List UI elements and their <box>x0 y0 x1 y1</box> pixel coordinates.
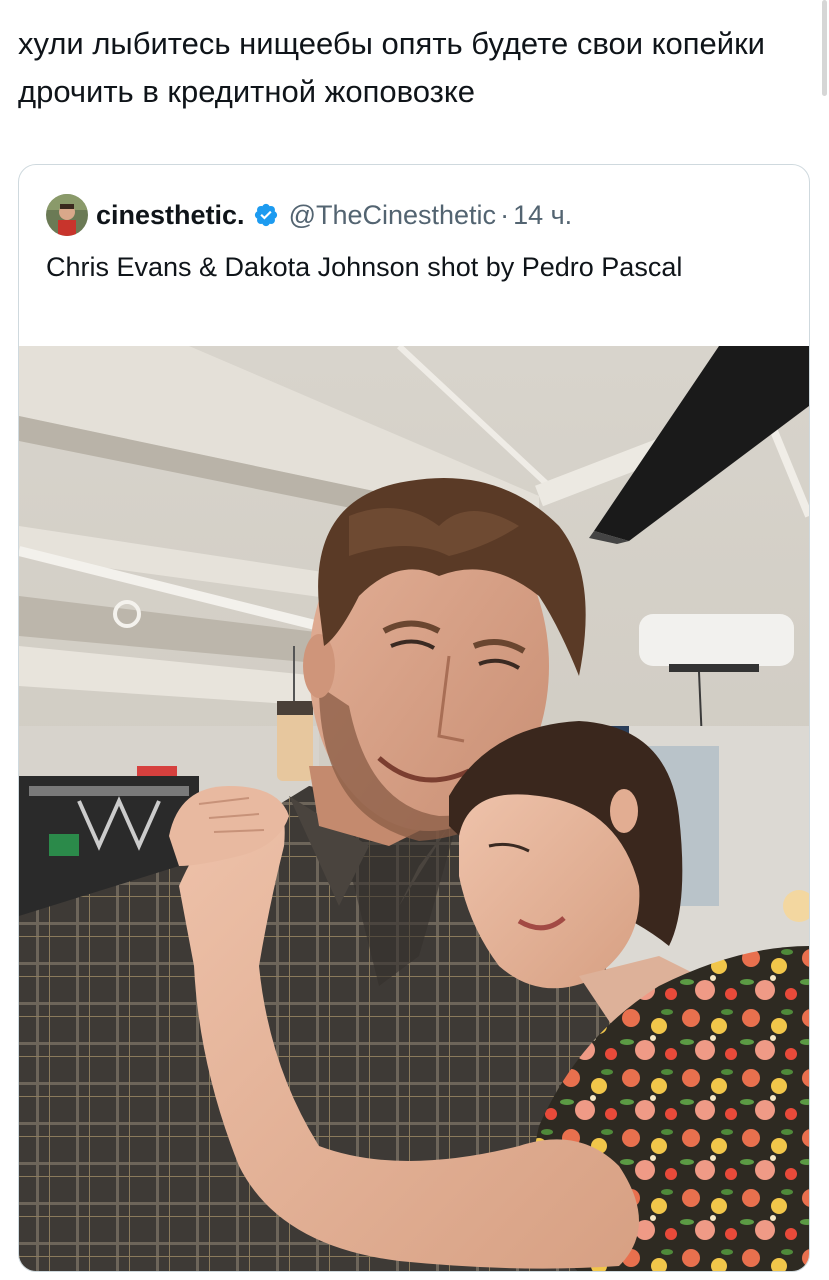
quoted-post-text: Chris Evans & Dakota Johnson shot by Ped… <box>46 252 683 282</box>
scrollbar[interactable] <box>822 0 827 96</box>
handle[interactable]: @TheCinesthetic <box>289 200 497 231</box>
quoted-post-header: cinesthetic. @TheCinesthetic · 14 ч. <box>46 193 572 237</box>
verified-badge-icon <box>253 202 279 228</box>
display-name[interactable]: cinesthetic. <box>96 200 245 231</box>
timestamp[interactable]: 14 ч. <box>513 200 572 231</box>
quoted-post-photo[interactable] <box>19 346 809 1271</box>
separator-dot: · <box>500 199 510 230</box>
post-text: хули лыбитесь нищеебы опять будете свои … <box>18 26 765 109</box>
avatar[interactable] <box>46 194 88 236</box>
quoted-post-card[interactable]: cinesthetic. @TheCinesthetic · 14 ч. Chr… <box>18 164 810 1272</box>
